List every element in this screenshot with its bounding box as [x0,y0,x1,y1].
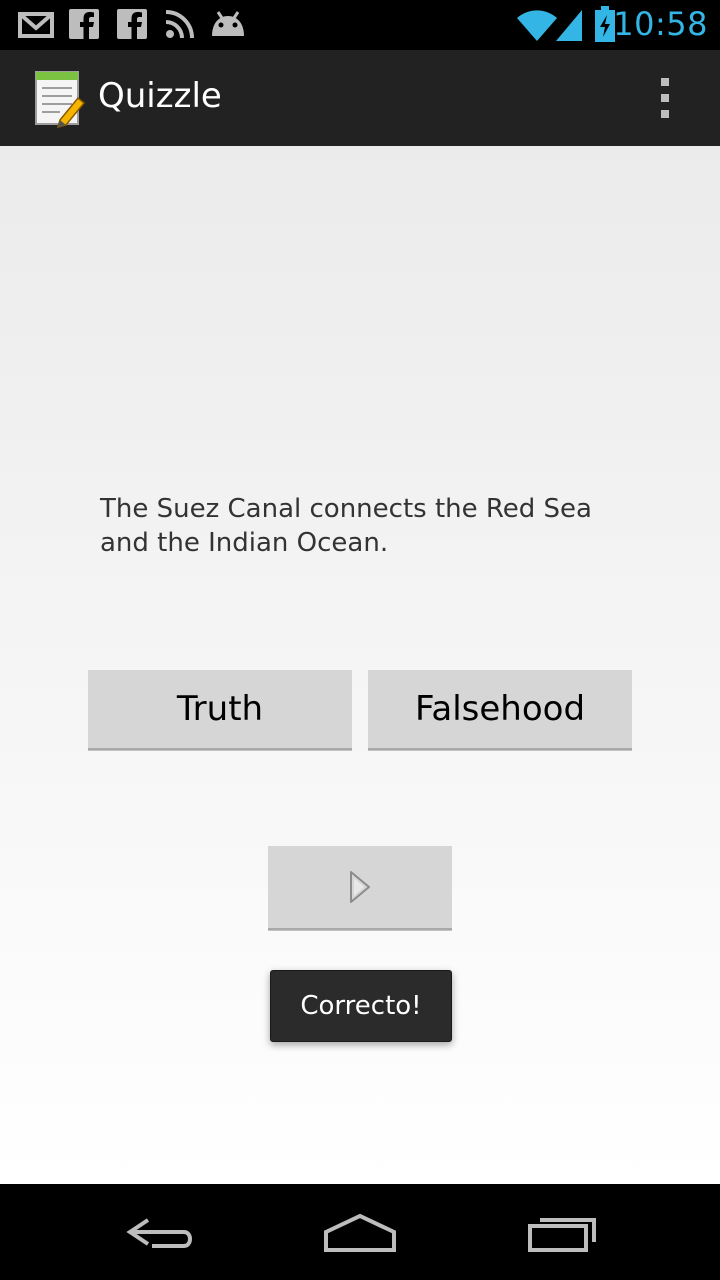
action-bar: Quizzle [0,50,720,147]
status-time: 10:58 [613,5,708,43]
rss-icon [165,10,194,39]
truth-button[interactable]: Truth [88,670,352,750]
next-button[interactable] [268,846,452,930]
facebook-icon [117,9,147,39]
back-icon[interactable] [112,1204,212,1260]
falsehood-button[interactable]: Falsehood [368,670,632,750]
facebook-icon [69,9,99,39]
status-bar: 10:58 [0,0,720,50]
next-arrow-icon [350,871,370,903]
notepad-pencil-icon[interactable] [30,70,86,128]
home-icon[interactable] [310,1204,410,1260]
quiz-content: The Suez Canal connects the Red Sea and … [0,146,720,1184]
recent-apps-icon[interactable] [510,1204,610,1260]
wifi-icon [517,10,557,41]
overflow-menu-icon[interactable] [640,74,688,122]
app-title: Quizzle [98,76,222,116]
android-icon [212,11,244,36]
gmail-icon [18,12,54,38]
screen: 10:58 Quizzle The Suez Canal connects th… [0,0,720,1280]
signal-icon [556,10,582,41]
nav-bar [0,1184,720,1280]
toast-message: Correcto! [270,970,452,1042]
question-text: The Suez Canal connects the Red Sea and … [100,494,592,558]
